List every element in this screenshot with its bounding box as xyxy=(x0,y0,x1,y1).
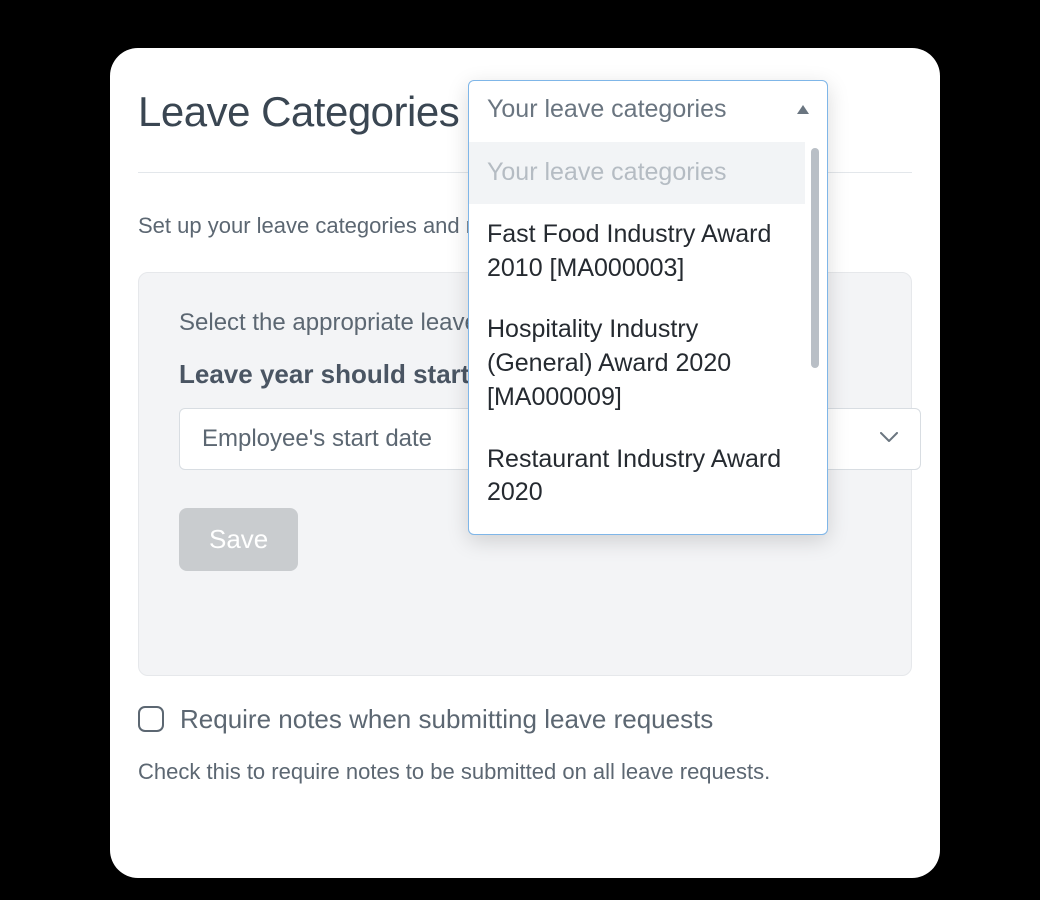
dropdown-selected-label: Your leave categories xyxy=(487,95,727,124)
leave-categories-dropdown[interactable]: Your leave categories Your leave categor… xyxy=(468,80,828,535)
require-notes-row: Require notes when submitting leave requ… xyxy=(138,704,912,735)
dropdown-list: Your leave categories Fast Food Industry… xyxy=(469,142,805,534)
chevron-down-icon xyxy=(880,430,898,448)
dropdown-option[interactable]: Hospitality Industry (General) Award 202… xyxy=(469,299,805,428)
dropdown-header[interactable]: Your leave categories xyxy=(469,81,827,142)
dropdown-option[interactable]: Fast Food Industry Award 2010 [MA000003] xyxy=(469,204,805,300)
dropdown-option[interactable]: Restaurant Industry Award 2020 xyxy=(469,429,805,525)
require-notes-label: Require notes when submitting leave requ… xyxy=(180,704,713,735)
caret-up-icon xyxy=(797,105,809,114)
dropdown-scrollbar[interactable] xyxy=(805,142,827,534)
dropdown-placeholder-item[interactable]: Your leave categories xyxy=(469,142,805,204)
require-notes-help: Check this to require notes to be submit… xyxy=(138,759,912,785)
dropdown-body: Your leave categories Fast Food Industry… xyxy=(469,142,827,534)
require-notes-checkbox[interactable] xyxy=(138,706,164,732)
dropdown-scrollbar-thumb[interactable] xyxy=(811,148,819,368)
save-button[interactable]: Save xyxy=(179,508,298,571)
leave-year-start-value: Employee's start date xyxy=(202,425,432,453)
